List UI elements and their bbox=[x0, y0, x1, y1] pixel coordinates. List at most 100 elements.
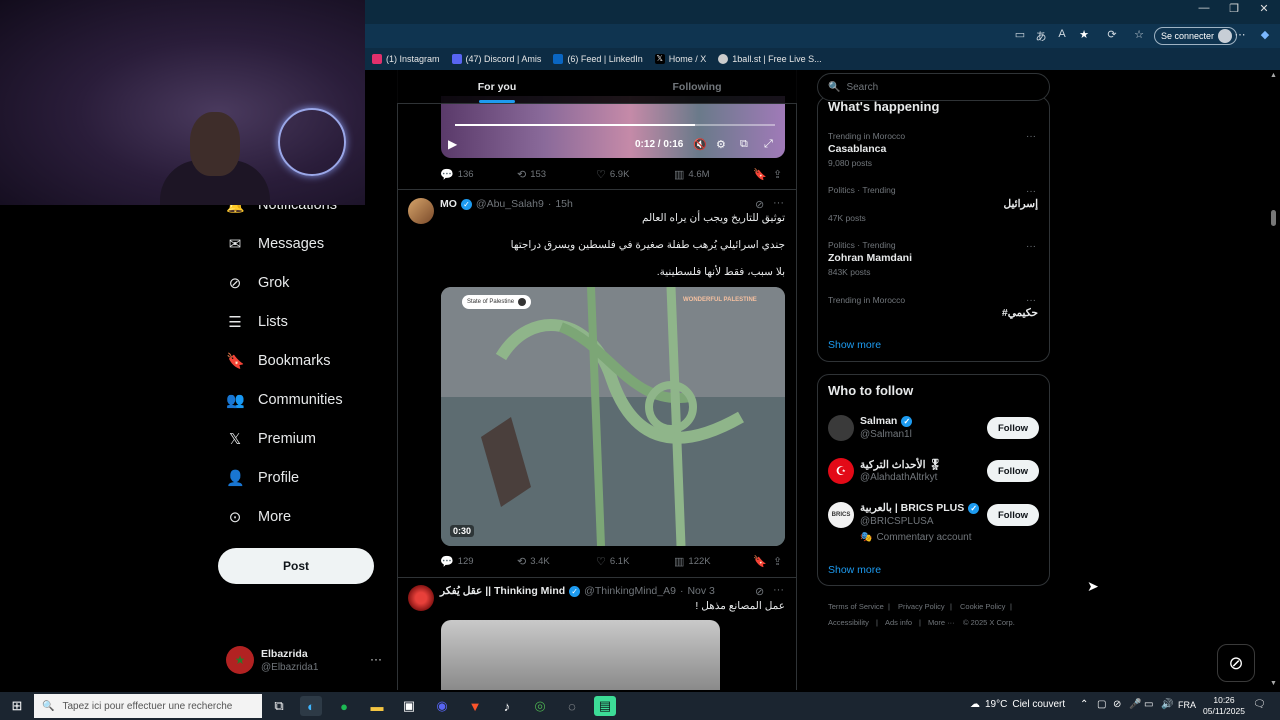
tweet-more-icon[interactable]: ··· bbox=[773, 584, 784, 596]
tweet-time[interactable]: 15h bbox=[555, 198, 573, 210]
account-handle[interactable]: @Elbazrida1 bbox=[261, 662, 318, 673]
play-icon[interactable]: ▶ bbox=[448, 137, 457, 151]
tweet-video-player[interactable] bbox=[441, 96, 785, 158]
brave-icon[interactable]: ▼ bbox=[464, 696, 486, 716]
tweet-author-name[interactable]: MO bbox=[440, 198, 457, 210]
tab-for-you[interactable]: For you bbox=[397, 70, 597, 103]
suggestion-avatar[interactable] bbox=[828, 415, 854, 441]
tray-expand-icon[interactable]: ⌃ bbox=[1080, 699, 1088, 710]
suggestion-name[interactable]: بالعربية | BRICS PLUS ✓ bbox=[860, 502, 980, 514]
store-icon[interactable]: ▣ bbox=[398, 696, 420, 716]
app-icon[interactable]: ▤ bbox=[594, 696, 616, 716]
signin-button[interactable]: Se connecter bbox=[1154, 27, 1238, 45]
footer-link[interactable]: More ··· bbox=[928, 618, 955, 627]
edge-icon[interactable]: ◐ bbox=[300, 696, 322, 716]
tweet-author-avatar[interactable] bbox=[408, 585, 434, 611]
trend-more-icon[interactable]: ··· bbox=[1026, 295, 1036, 306]
trend-title[interactable]: Zohran Mamdani bbox=[828, 252, 912, 264]
suggestion-name[interactable]: Salman ✓ bbox=[860, 415, 913, 427]
nav-item-lists[interactable]: ☰ Lists bbox=[226, 308, 288, 336]
share-button[interactable]: ⇪ bbox=[773, 555, 782, 568]
trend-more-icon[interactable]: ··· bbox=[1026, 186, 1036, 197]
like-button[interactable]: ♡ 6.9K bbox=[596, 168, 629, 181]
task-view-icon[interactable]: ⧉ bbox=[268, 696, 290, 716]
volume-icon[interactable]: 🔊 bbox=[1161, 699, 1173, 710]
refresh-icon[interactable]: ⟳ bbox=[1103, 28, 1121, 41]
footer-link[interactable]: Ads info bbox=[885, 618, 912, 627]
tweet-video-player[interactable] bbox=[441, 287, 785, 546]
favorite-linkedin[interactable]: (6) Feed | LinkedIn bbox=[553, 54, 643, 64]
split-screen-icon[interactable]: ▭ bbox=[1011, 28, 1029, 41]
picture-in-picture-icon[interactable]: ⧉ bbox=[740, 138, 748, 151]
tray-device-icon[interactable]: ▭ bbox=[1144, 699, 1153, 710]
trend-title[interactable]: Casablanca bbox=[828, 143, 886, 155]
trend-title[interactable]: #حكيمي bbox=[968, 307, 1038, 319]
favorite-x-home[interactable]: 𝕏 Home / X bbox=[654, 54, 706, 64]
bookmark-button[interactable]: 🔖 bbox=[753, 555, 767, 568]
follow-button[interactable]: Follow bbox=[987, 460, 1039, 482]
share-button[interactable]: ⇪ bbox=[773, 168, 782, 181]
video-settings-icon[interactable]: ⚙ bbox=[716, 138, 726, 151]
trend-more-icon[interactable]: ··· bbox=[1026, 241, 1036, 252]
nav-item-bookmarks[interactable]: 🔖 Bookmarks bbox=[226, 347, 331, 375]
scrollbar-thumb[interactable] bbox=[1271, 210, 1276, 226]
account-more-icon[interactable]: ··· bbox=[370, 652, 382, 666]
footer-link[interactable]: Cookie Policy bbox=[960, 602, 1005, 611]
footer-link[interactable]: Accessibility bbox=[828, 618, 869, 627]
spotify-icon[interactable]: ● bbox=[333, 696, 355, 716]
settings-more-icon[interactable]: ⋯ bbox=[1231, 28, 1249, 41]
tiktok-icon[interactable]: ♪ bbox=[496, 696, 518, 716]
favorite-1ball[interactable]: 1ball.st | Free Live S... bbox=[718, 54, 822, 64]
nav-item-more[interactable]: ⊙ More bbox=[226, 503, 291, 531]
tray-network-off-icon[interactable]: ⊘ bbox=[1113, 699, 1121, 710]
close-icon[interactable]: ✕ bbox=[1251, 2, 1277, 15]
obs-icon[interactable]: ◌ bbox=[561, 696, 583, 716]
taskbar-clock[interactable]: 10:26 05/11/2025 bbox=[1200, 695, 1248, 717]
microphone-icon[interactable]: 🎤 bbox=[1129, 699, 1141, 710]
page-scrollbar[interactable] bbox=[1268, 70, 1280, 690]
input-language[interactable]: FRA bbox=[1178, 700, 1196, 710]
footer-link[interactable]: Terms of Service bbox=[828, 602, 884, 611]
tweet-time[interactable]: Nov 3 bbox=[687, 585, 714, 597]
nav-item-communities[interactable]: 👥 Communities bbox=[226, 386, 343, 414]
restore-icon[interactable]: ❐ bbox=[1221, 2, 1247, 15]
suggestion-avatar[interactable]: ☪ bbox=[828, 458, 854, 484]
reply-button[interactable]: 💬 129 bbox=[440, 555, 474, 568]
trend-title[interactable]: إسرائيل bbox=[978, 198, 1038, 210]
trend-more-icon[interactable]: ··· bbox=[1026, 131, 1036, 142]
suggestion-avatar[interactable]: BRICS bbox=[828, 502, 854, 528]
search-input[interactable]: 🔍 Search bbox=[817, 73, 1050, 101]
nav-item-grok[interactable]: ⊘ Grok bbox=[226, 269, 290, 297]
mute-icon[interactable]: 🔇 bbox=[693, 138, 707, 151]
tweet-more-icon[interactable]: ··· bbox=[773, 197, 784, 209]
show-more-follow-link[interactable]: Show more bbox=[828, 564, 881, 576]
favorite-discord[interactable]: (47) Discord | Amis bbox=[451, 54, 541, 64]
reply-button[interactable]: 💬 136 bbox=[440, 168, 474, 181]
account-name[interactable]: Elbazrida bbox=[261, 648, 308, 660]
collections-icon[interactable]: ☆ bbox=[1130, 28, 1148, 41]
minimize-icon[interactable]: — bbox=[1191, 2, 1217, 14]
tweet-author-handle[interactable]: @Abu_Salah9 bbox=[476, 198, 544, 210]
grok-floating-button[interactable]: ⊘ bbox=[1217, 644, 1255, 682]
repost-button[interactable]: ⟲ 3.4K bbox=[517, 555, 550, 568]
nav-item-messages[interactable]: ✉ Messages bbox=[226, 230, 324, 258]
scroll-up-icon[interactable]: ▲ bbox=[1270, 72, 1277, 79]
tab-following[interactable]: Following bbox=[597, 70, 797, 103]
grok-explain-icon[interactable]: ⊘ bbox=[755, 198, 764, 211]
suggestion-name[interactable]: الأحداث التركية 🎖 bbox=[860, 458, 942, 471]
tweet-author-avatar[interactable] bbox=[408, 198, 434, 224]
tray-app-icon[interactable]: ▢ bbox=[1097, 699, 1106, 710]
show-more-trends-link[interactable]: Show more bbox=[828, 339, 881, 351]
notifications-icon[interactable]: 🗨 bbox=[1253, 699, 1266, 710]
scroll-down-icon[interactable]: ▼ bbox=[1270, 680, 1277, 687]
copilot-icon[interactable]: ◆ bbox=[1256, 28, 1274, 41]
chrome-icon[interactable]: ◎ bbox=[529, 696, 551, 716]
fullscreen-icon[interactable]: ⤢ bbox=[764, 138, 773, 151]
grok-explain-icon[interactable]: ⊘ bbox=[755, 585, 764, 598]
like-button[interactable]: ♡ 6.1K bbox=[596, 555, 629, 568]
translate-icon[interactable]: あ bbox=[1032, 28, 1050, 44]
favorite-star-icon[interactable]: ★ bbox=[1075, 28, 1093, 41]
repost-button[interactable]: ⟲ 153 bbox=[517, 168, 546, 181]
weather-widget[interactable]: ☁ 19°C Ciel couvert bbox=[970, 699, 1065, 710]
views-button[interactable]: ▥ 4.6M bbox=[674, 168, 710, 181]
